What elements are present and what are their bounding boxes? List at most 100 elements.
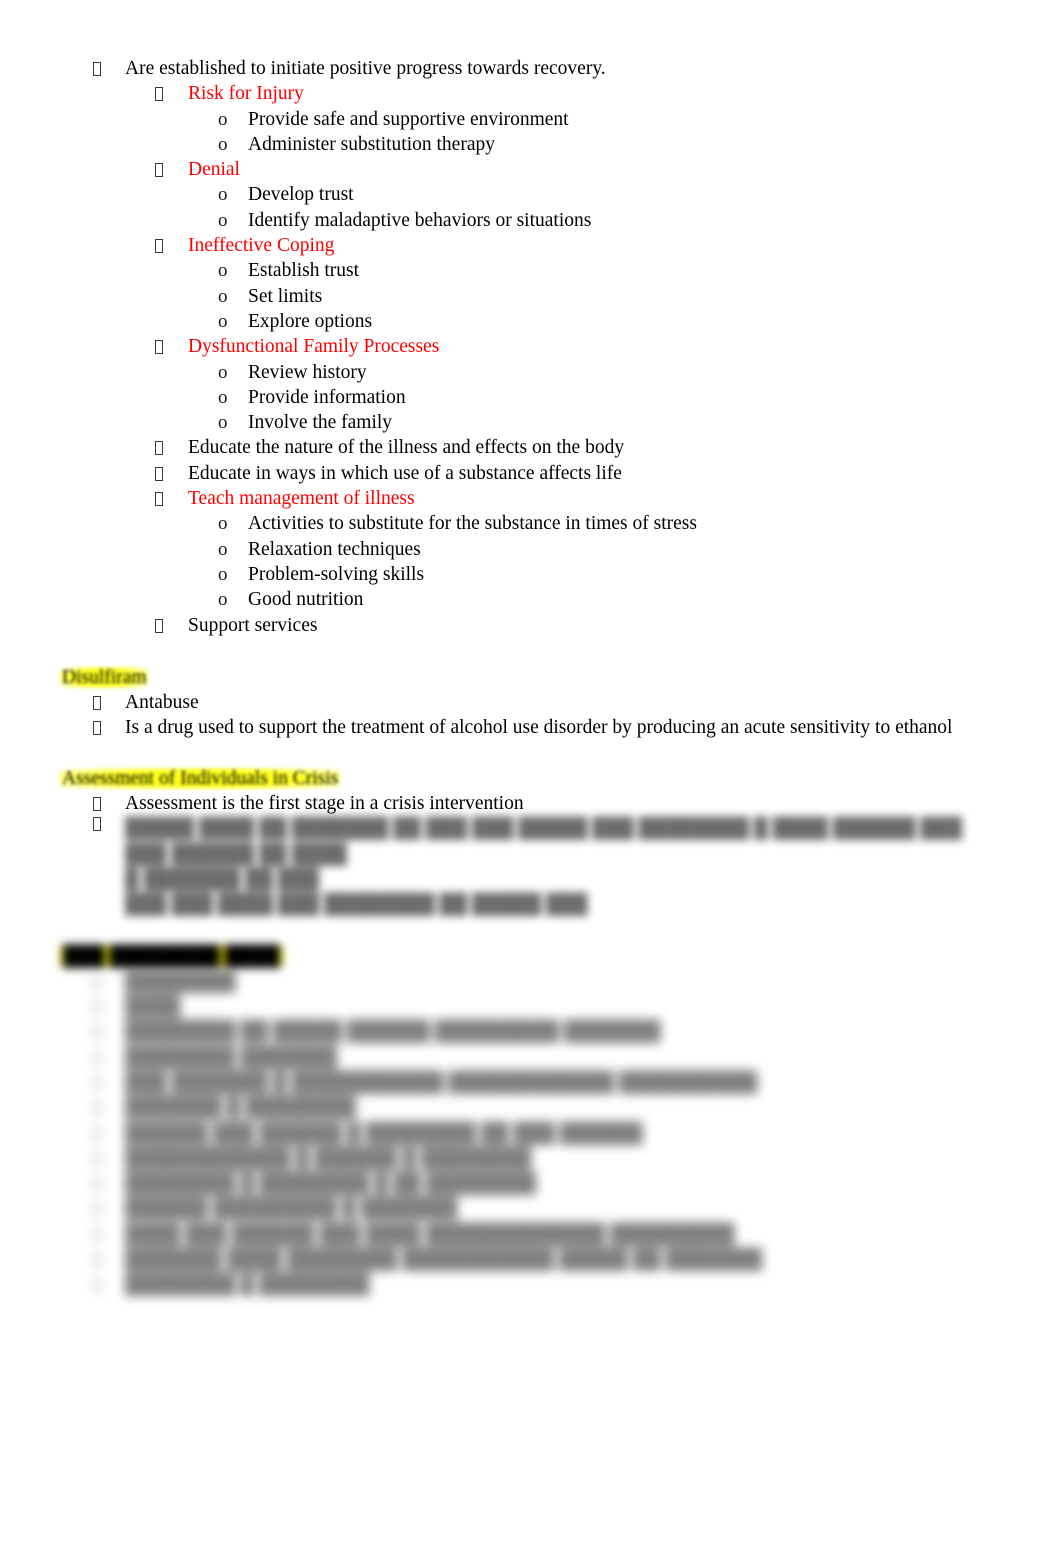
- teach-management-sub-label: Problem-solving skills: [248, 563, 425, 585]
- bullet-icon: [93, 56, 125, 81]
- bullet-icon: [155, 435, 188, 460]
- bullet-icon: [93, 791, 125, 816]
- intervention-label: Provide information: [248, 386, 406, 408]
- redacted-list-item-label: ██████ █████████ █ ███████: [125, 1198, 458, 1220]
- diagnosis-label: Risk for Injury: [188, 83, 304, 105]
- education-item: Educate in ways in which use of a substa…: [0, 461, 1062, 486]
- redacted-line: █ ███████ ██ ███: [125, 868, 320, 890]
- list-item: Antabuse: [0, 690, 1062, 715]
- list-item: ████████: [0, 969, 1062, 994]
- list-item: Assessment is the first stage in a crisi…: [0, 791, 1062, 816]
- section-heading-disulfiram: Disulfiram: [0, 665, 1062, 690]
- bullet-icon: [155, 81, 188, 106]
- list-item: Are established to initiate positive pro…: [0, 56, 1062, 81]
- redacted-list-item-label: ████████████ █ ██████ █ ████████: [125, 1147, 532, 1169]
- sub-bullet-icon: o: [218, 361, 228, 383]
- intervention-label: Explore options: [248, 310, 373, 332]
- list-item: Is a drug used to support the treatment …: [0, 715, 1062, 740]
- education-item: Educate the nature of the illness and ef…: [0, 435, 1062, 460]
- list-item: ████████ ██ █████ ██████ █████████ █████…: [0, 1019, 1062, 1044]
- sub-bullet-icon: o: [218, 538, 228, 560]
- bullet-icon: [155, 486, 188, 511]
- intervention-label: Establish trust: [248, 260, 360, 282]
- teach-management-sub-label: Relaxation techniques: [248, 538, 421, 560]
- list-item-label: Are established to initiate positive pro…: [125, 58, 606, 79]
- bullet-icon: [93, 1146, 125, 1171]
- support-services-item: Support services: [0, 613, 1062, 638]
- support-services-label: Support services: [188, 614, 318, 636]
- redacted-list-item-label: ████████ █ ████████ █ ██ ████████: [125, 1173, 537, 1195]
- section-heading-label: Assessment of Individuals in Crisis: [62, 767, 339, 789]
- diagnosis-item-denial: Denial: [0, 157, 1062, 182]
- list-item: o Set limits: [0, 284, 1062, 309]
- bullet-icon: [93, 1070, 125, 1095]
- intervention-label: Administer substitution therapy: [248, 133, 495, 155]
- intervention-label: Identify maladaptive behaviors or situat…: [248, 209, 592, 231]
- redacted-list-item-label: ████████ ███████: [125, 1046, 338, 1068]
- sub-bullet-icon: o: [218, 108, 228, 130]
- teach-management-sub-label: Activities to substitute for the substan…: [248, 513, 697, 535]
- redacted-list-item-label: ██████ ███ ██████ █ ████████ ██ ███ ████…: [125, 1122, 643, 1144]
- list-item: o Problem-solving skills: [0, 562, 1062, 587]
- redacted-list-item-label: ████████ ██ █████ ██████ █████████ █████…: [125, 1021, 661, 1043]
- section-heading-assessment-of-individuals-in-crisis: Assessment of Individuals in Crisis: [0, 766, 1062, 791]
- intervention-label: Involve the family: [248, 412, 393, 434]
- intervention-label: Provide safe and supportive environment: [248, 108, 569, 130]
- list-item: o Relaxation techniques: [0, 537, 1062, 562]
- redacted-list-item-label: ████████ █ ████████: [125, 1274, 370, 1296]
- list-item: o Involve the family: [0, 410, 1062, 435]
- sub-bullet-icon: o: [218, 310, 228, 332]
- intervention-label: Develop trust: [248, 184, 354, 206]
- list-item-label: Antabuse: [125, 692, 199, 714]
- bullet-icon: [93, 969, 125, 994]
- document-body: Are established to initiate positive pro…: [0, 0, 1062, 1298]
- education-label: Educate the nature of the illness and ef…: [188, 437, 625, 459]
- intervention-label: Set limits: [248, 285, 323, 307]
- document-page: Are established to initiate positive pro…: [0, 0, 1062, 1561]
- intervention-label: Review history: [248, 361, 367, 383]
- list-item: o Good nutrition: [0, 587, 1062, 612]
- list-item: o Establish trust: [0, 258, 1062, 283]
- redacted-section-heading: ███ ████████ ████: [0, 944, 1062, 969]
- redacted-list-item-label: ███████ █ ████████: [125, 1097, 356, 1119]
- bullet-icon: [155, 461, 188, 486]
- bullet-icon: [155, 613, 188, 638]
- list-item: ████████ █ ████████: [0, 1272, 1062, 1297]
- list-item: ███████ ████ ████████ ███████████ █████ …: [0, 1247, 1062, 1272]
- redacted-list: ████████ ████ ████████ ██ █████ ██████ █…: [0, 969, 1062, 1298]
- redacted-list-item-label: ███ ███████ █ ███████████ ████████████ █…: [125, 1071, 758, 1093]
- redacted-line: ███ ██████ ██ ████: [125, 843, 347, 865]
- sub-bullet-icon: o: [218, 209, 228, 231]
- bullet-icon: [93, 1019, 125, 1044]
- bullet-icon: [155, 157, 188, 182]
- education-label: Educate in ways in which use of a substa…: [188, 462, 622, 484]
- diagnosis-item-risk-for-injury: Risk for Injury: [0, 81, 1062, 106]
- bullet-icon: [93, 1121, 125, 1146]
- list-item: ███████ █ ████████: [0, 1095, 1062, 1120]
- list-item: o Review history: [0, 360, 1062, 385]
- sub-bullet-icon: o: [218, 285, 228, 307]
- section-heading-label: Disulfiram: [62, 666, 147, 688]
- bullet-icon: [93, 994, 125, 1019]
- teach-management-label: Teach management of illness: [188, 488, 415, 510]
- teach-management-sub-label: Good nutrition: [248, 589, 364, 611]
- diagnosis-item-dysfunctional-family-processes: Dysfunctional Family Processes: [0, 334, 1062, 359]
- list-item: ████ ███ ██████ ███ ████ █████████████ █…: [0, 1222, 1062, 1247]
- bullet-icon: [93, 1171, 125, 1196]
- bullet-icon: [93, 1247, 125, 1272]
- bullet-icon: [155, 233, 188, 258]
- list-item: ████████████ █ ██████ █ ████████: [0, 1146, 1062, 1171]
- bullet-icon: [93, 690, 125, 715]
- bullet-icon: [93, 1196, 125, 1221]
- redacted-line: █████ ████ ██ ███████ ██ ███ ███ █████ █…: [125, 818, 963, 840]
- list-item: ████████ ███████: [0, 1045, 1062, 1070]
- diagnosis-label: Dysfunctional Family Processes: [188, 336, 440, 358]
- list-item: o Explore options: [0, 309, 1062, 334]
- sub-bullet-icon: o: [218, 563, 228, 585]
- list-item: ███ ███████ █ ███████████ ████████████ █…: [0, 1070, 1062, 1095]
- list-item: o Provide information: [0, 385, 1062, 410]
- bullet-icon: [93, 816, 125, 834]
- sub-bullet-icon: o: [218, 133, 228, 155]
- sub-bullet-icon: o: [218, 386, 228, 408]
- list-item-label: Is a drug used to support the treatment …: [125, 717, 953, 739]
